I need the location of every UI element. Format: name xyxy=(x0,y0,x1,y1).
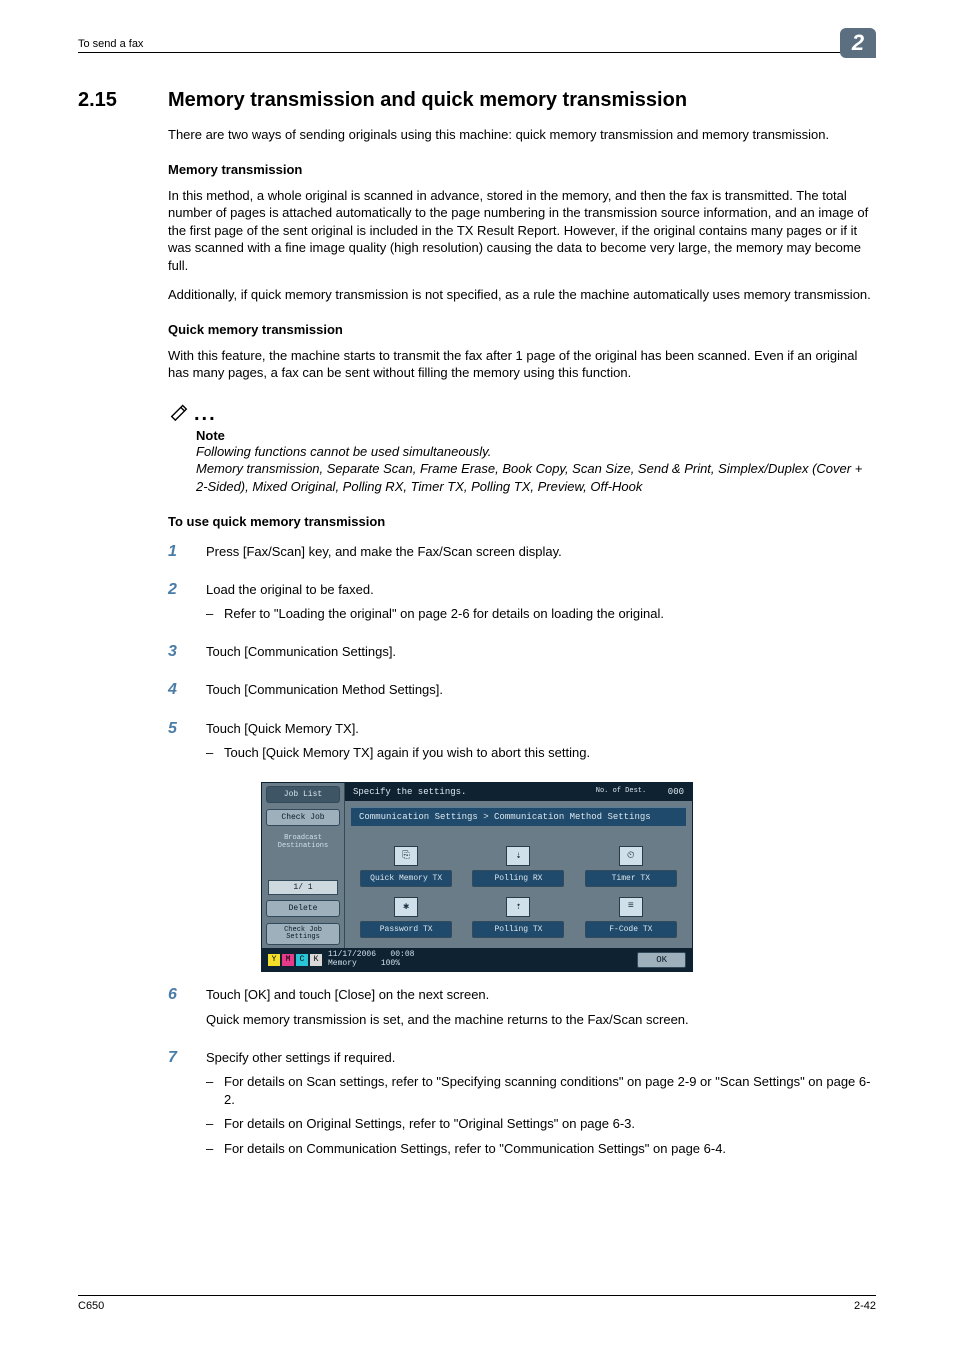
step-subitem: For details on Original Settings, refer … xyxy=(206,1115,876,1133)
status-memory-pct: 100% xyxy=(381,959,400,968)
toner-m-icon: M xyxy=(282,954,294,966)
step-number: 1 xyxy=(168,543,186,567)
chapter-number-badge: 2 xyxy=(840,28,876,58)
step-subitem: Refer to "Loading the original" on page … xyxy=(206,605,876,623)
step-number: 4 xyxy=(168,681,186,705)
quick-memory-transmission-p1: With this feature, the machine starts to… xyxy=(168,347,876,382)
check-job-settings-button[interactable]: Check Job Settings xyxy=(266,923,340,945)
heading-quick-memory-transmission: Quick memory transmission xyxy=(168,322,876,337)
device-screenshot: Job List Check Job Broadcast Destination… xyxy=(261,782,693,973)
note-icon xyxy=(168,400,190,422)
heading-memory-transmission: Memory transmission xyxy=(168,162,876,177)
timer-tx-button[interactable]: Timer TX xyxy=(585,870,677,887)
status-date: 11/17/2006 xyxy=(328,950,376,959)
job-list-button[interactable]: Job List xyxy=(266,786,340,803)
note-line2: Memory transmission, Separate Scan, Fram… xyxy=(196,460,876,495)
step-subitem: For details on Scan settings, refer to "… xyxy=(206,1073,876,1109)
memory-transmission-p2: Additionally, if quick memory transmissi… xyxy=(168,286,876,304)
toner-levels: Y M C K xyxy=(268,954,322,966)
f-code-tx-icon: ≡ xyxy=(619,897,643,917)
step-after-text: Quick memory transmission is set, and th… xyxy=(206,1011,876,1029)
note-label: Note xyxy=(196,428,876,443)
memory-transmission-p1: In this method, a whole original is scan… xyxy=(168,187,876,275)
section-intro: There are two ways of sending originals … xyxy=(168,126,876,144)
dest-count-value: 000 xyxy=(668,787,684,797)
status-time: 00:08 xyxy=(390,950,414,959)
step-number: 2 xyxy=(168,581,186,629)
section-number: 2.15 xyxy=(78,89,144,112)
step-number: 5 xyxy=(168,720,186,768)
step-text: Specify other settings if required. xyxy=(206,1049,876,1067)
step-subitem: For details on Communication Settings, r… xyxy=(206,1140,876,1158)
quick-memory-tx-icon: ⎘ xyxy=(394,846,418,866)
status-memory-label: Memory xyxy=(328,959,357,968)
heading-procedure: To use quick memory transmission xyxy=(168,514,876,529)
polling-tx-icon: ⇡ xyxy=(506,897,530,917)
footer-page-number: 2-42 xyxy=(854,1300,876,1312)
breadcrumb: Communication Settings > Communication M… xyxy=(351,807,686,826)
prompt-text: Specify the settings. xyxy=(353,787,466,797)
step-text: Touch [Communication Method Settings]. xyxy=(206,681,876,699)
running-header-title: To send a fax xyxy=(78,38,143,50)
step-text: Touch [OK] and touch [Close] on the next… xyxy=(206,986,876,1004)
step-number: 6 xyxy=(168,986,186,1034)
step-number: 7 xyxy=(168,1049,186,1164)
step-text: Load the original to be faxed. xyxy=(206,581,876,599)
note-line1: Following functions cannot be used simul… xyxy=(196,443,876,461)
polling-rx-icon: ⇣ xyxy=(506,846,530,866)
password-tx-button[interactable]: Password TX xyxy=(360,921,452,938)
f-code-tx-button[interactable]: F-Code TX xyxy=(585,921,677,938)
toner-c-icon: C xyxy=(296,954,308,966)
timer-tx-icon: ⏲ xyxy=(619,846,643,866)
toner-k-icon: K xyxy=(310,954,322,966)
ok-button[interactable]: OK xyxy=(637,952,686,968)
step-subitem: Touch [Quick Memory TX] again if you wis… xyxy=(206,744,876,762)
toner-y-icon: Y xyxy=(268,954,280,966)
note-ellipsis-icon: ... xyxy=(194,403,217,426)
quick-memory-tx-button[interactable]: Quick Memory TX xyxy=(360,870,452,887)
step-text: Press [Fax/Scan] key, and make the Fax/S… xyxy=(206,543,876,561)
footer-model: C650 xyxy=(78,1300,104,1312)
broadcast-destinations-label: Broadcast Destinations xyxy=(266,835,340,850)
step-text: Touch [Quick Memory TX]. xyxy=(206,720,876,738)
step-text: Touch [Communication Settings]. xyxy=(206,643,876,661)
step-number: 3 xyxy=(168,643,186,667)
polling-rx-button[interactable]: Polling RX xyxy=(472,870,564,887)
check-job-button[interactable]: Check Job xyxy=(266,809,340,826)
password-tx-icon: ✱ xyxy=(394,897,418,917)
polling-tx-button[interactable]: Polling TX xyxy=(472,921,564,938)
page-indicator: 1/ 1 xyxy=(268,880,338,895)
delete-button[interactable]: Delete xyxy=(266,900,340,917)
section-title: Memory transmission and quick memory tra… xyxy=(168,89,687,112)
dest-count-label: No. of Dest. xyxy=(596,788,646,795)
